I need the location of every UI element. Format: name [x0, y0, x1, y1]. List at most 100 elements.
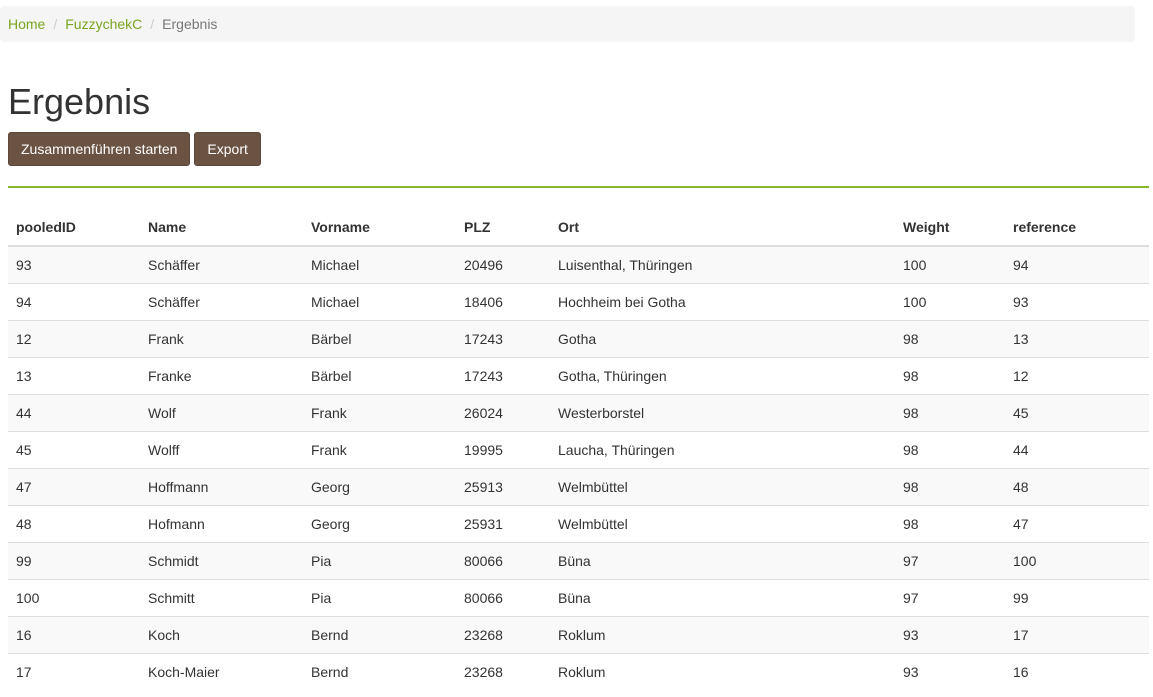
table-row[interactable]: 13 Franke Bärbel 17243 Gotha, Thüringen 98 12 — [8, 356, 1149, 394]
col-pooled-id-header[interactable]: pooledID — [8, 208, 140, 247]
name-cell: Schäffer — [140, 282, 303, 320]
table-row[interactable]: 100 Schmitt Pia 80066 Büna 97 99 — [8, 578, 1149, 616]
table-row[interactable]: 45 Wolff Frank 19995 Laucha, Thüringen 98 44 — [8, 430, 1149, 468]
ort-cell: Roklum — [550, 652, 895, 690]
table-row[interactable]: 93 Schäffer Michael 20496 Luisenthal, Thürin… — [8, 245, 1149, 283]
ort-cell: Roklum — [550, 615, 895, 653]
page-title: Ergebnis — [8, 81, 151, 122]
table-header-row: pooledID Name Vorname PLZ Ort Weight reference — [8, 208, 1149, 247]
weight-cell: 100 — [895, 282, 1005, 320]
table-row[interactable]: 12 Frank Bärbel 17243 Gotha 98 13 — [8, 319, 1149, 357]
vorname-cell: Frank — [303, 393, 456, 431]
table-row[interactable]: 99 Schmidt Pia 80066 Büna 97 100 — [8, 541, 1149, 579]
col-vorname-header[interactable]: Vorname — [303, 208, 456, 247]
pooled-id-cell: 13 — [8, 356, 140, 394]
name-cell: Wolf — [140, 393, 303, 431]
pooled-id-cell: 12 — [8, 319, 140, 357]
name-cell: Koch-Maier — [140, 652, 303, 690]
pooled-id-cell: 16 — [8, 615, 140, 653]
name-cell: Wolff — [140, 430, 303, 468]
breadcrumb-home-link[interactable]: Home — [8, 16, 45, 32]
breadcrumb-separator: / — [150, 16, 155, 32]
col-ort-header[interactable]: Ort — [550, 208, 895, 247]
section-divider — [8, 186, 1149, 188]
pooled-id-cell: 47 — [8, 467, 140, 505]
plz-cell: 80066 — [456, 541, 550, 579]
plz-cell: 20496 — [456, 245, 550, 283]
table-row[interactable]: 44 Wolf Frank 26024 Westerborstel 98 45 — [8, 393, 1149, 431]
pooled-id-cell: 93 — [8, 245, 140, 283]
plz-cell: 23268 — [456, 652, 550, 690]
vorname-cell: Bärbel — [303, 356, 456, 394]
table-row[interactable]: 16 Koch Bernd 23268 Roklum 93 17 — [8, 615, 1149, 653]
ort-cell: Welmbüttel — [550, 504, 895, 542]
vorname-cell: Georg — [303, 467, 456, 505]
name-cell: Hofmann — [140, 504, 303, 542]
name-cell: Schmidt — [140, 541, 303, 579]
vorname-cell: Frank — [303, 430, 456, 468]
plz-cell: 25913 — [456, 467, 550, 505]
table-body: 93 Schäffer Michael 20496 Luisenthal, Thürin… — [8, 245, 1149, 690]
results-table: pooledID Name Vorname PLZ Ort Weight reference… — [8, 208, 1149, 690]
pooled-id-cell: 44 — [8, 393, 140, 431]
table-row[interactable]: 94 Schäffer Michael 18406 Hochheim bei Gotha… — [8, 282, 1149, 320]
col-plz-header[interactable]: PLZ — [456, 208, 550, 247]
reference-cell: 44 — [1005, 430, 1149, 468]
pooled-id-cell: 45 — [8, 430, 140, 468]
export-button[interactable]: Export — [194, 132, 261, 166]
reference-cell: 17 — [1005, 615, 1149, 653]
plz-cell: 80066 — [456, 578, 550, 616]
breadcrumb-section-link[interactable]: FuzzychekC — [65, 16, 142, 32]
weight-cell: 98 — [895, 504, 1005, 542]
vorname-cell: Bärbel — [303, 319, 456, 357]
weight-cell: 97 — [895, 578, 1005, 616]
name-cell: Koch — [140, 615, 303, 653]
weight-cell: 100 — [895, 245, 1005, 283]
reference-cell: 45 — [1005, 393, 1149, 431]
col-name-header[interactable]: Name — [140, 208, 303, 247]
table-row[interactable]: 48 Hofmann Georg 25931 Welmbüttel 98 47 — [8, 504, 1149, 542]
name-cell: Hoffmann — [140, 467, 303, 505]
vorname-cell: Michael — [303, 245, 456, 283]
reference-cell: 93 — [1005, 282, 1149, 320]
reference-cell: 100 — [1005, 541, 1149, 579]
pooled-id-cell: 99 — [8, 541, 140, 579]
reference-cell: 94 — [1005, 245, 1149, 283]
plz-cell: 18406 — [456, 282, 550, 320]
col-reference-header[interactable]: reference — [1005, 208, 1149, 247]
vorname-cell: Pia — [303, 578, 456, 616]
plz-cell: 23268 — [456, 615, 550, 653]
pooled-id-cell: 48 — [8, 504, 140, 542]
pooled-id-cell: 17 — [8, 652, 140, 690]
merge-start-button[interactable]: Zusammenführen starten — [8, 132, 191, 166]
weight-cell: 98 — [895, 356, 1005, 394]
breadcrumb-current: Ergebnis — [162, 16, 218, 32]
pooled-id-cell: 100 — [8, 578, 140, 616]
breadcrumb-separator: / — [53, 16, 58, 32]
col-weight-header[interactable]: Weight — [895, 208, 1005, 247]
weight-cell: 98 — [895, 319, 1005, 357]
weight-cell: 93 — [895, 615, 1005, 653]
pooled-id-cell: 94 — [8, 282, 140, 320]
ort-cell: Büna — [550, 541, 895, 579]
reference-cell: 47 — [1005, 504, 1149, 542]
ort-cell: Westerborstel — [550, 393, 895, 431]
weight-cell: 98 — [895, 430, 1005, 468]
ort-cell: Büna — [550, 578, 895, 616]
reference-cell: 99 — [1005, 578, 1149, 616]
plz-cell: 25931 — [456, 504, 550, 542]
toolbar: Zusammenführen starten Export — [8, 132, 261, 166]
vorname-cell: Pia — [303, 541, 456, 579]
reference-cell: 16 — [1005, 652, 1149, 690]
plz-cell: 26024 — [456, 393, 550, 431]
table-row[interactable]: 47 Hoffmann Georg 25913 Welmbüttel 98 48 — [8, 467, 1149, 505]
reference-cell: 12 — [1005, 356, 1149, 394]
name-cell: Schmitt — [140, 578, 303, 616]
ort-cell: Gotha, Thüringen — [550, 356, 895, 394]
breadcrumb: Home / FuzzychekC / Ergebnis — [0, 6, 1135, 42]
weight-cell: 98 — [895, 393, 1005, 431]
table-row[interactable]: 17 Koch-Maier Bernd 23268 Roklum 93 16 — [8, 652, 1149, 690]
weight-cell: 97 — [895, 541, 1005, 579]
plz-cell: 19995 — [456, 430, 550, 468]
vorname-cell: Bernd — [303, 615, 456, 653]
